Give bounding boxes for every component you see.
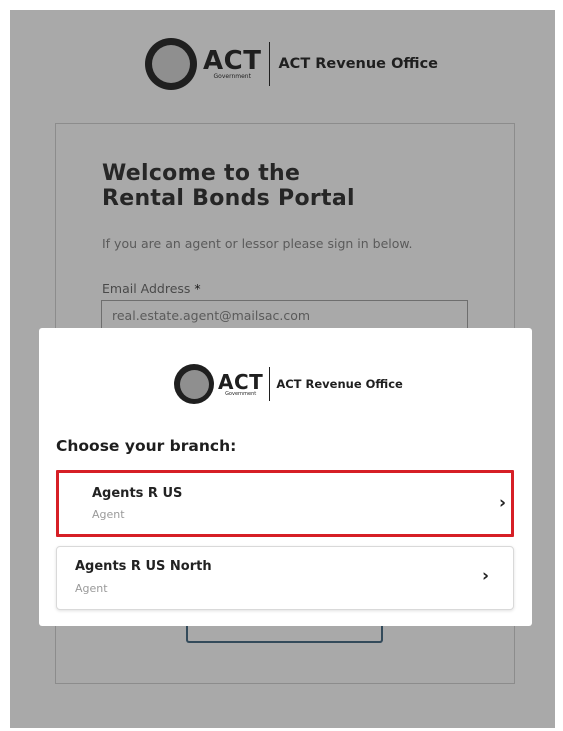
branch-option-agents-r-us[interactable]: Agents R US Agent › <box>56 470 514 537</box>
logo-government-text: Government <box>213 73 251 80</box>
email-field[interactable]: real.estate.agent@mailsac.com <box>101 300 468 330</box>
chevron-right-icon: › <box>482 566 490 586</box>
logo-government-text: Government <box>225 390 257 397</box>
logo-office-text: ACT Revenue Office <box>278 56 438 72</box>
logo-act-text: ACT <box>203 46 262 76</box>
modal-act-government-logo: ACT Government ACT Revenue Office <box>174 363 403 405</box>
act-coat-of-arms-icon <box>174 364 214 404</box>
logo-office-text: ACT Revenue Office <box>276 377 403 391</box>
required-indicator: * <box>194 281 201 296</box>
logo-act-text: ACT <box>218 369 264 394</box>
chevron-right-icon: › <box>499 493 507 513</box>
logo-divider <box>269 367 271 401</box>
branch-role: Agent <box>92 508 125 521</box>
act-government-logo: ACT Government ACT Revenue Office <box>145 38 438 90</box>
choose-branch-dialog: ACT Government ACT Revenue Office Choose… <box>39 328 532 626</box>
login-intro-text: If you are an agent or lessor please sig… <box>102 236 413 251</box>
branch-option-agents-r-us-north[interactable]: Agents R US North Agent › <box>56 546 514 610</box>
branch-name: Agents R US North <box>75 559 212 574</box>
logo-divider <box>269 42 271 86</box>
branch-name: Agents R US <box>92 486 183 501</box>
dialog-title: Choose your branch: <box>56 437 237 455</box>
branch-role: Agent <box>75 582 108 595</box>
page-title: Welcome to the Rental Bonds Portal <box>102 161 355 211</box>
act-coat-of-arms-icon <box>145 38 197 90</box>
email-label: Email Address * <box>102 281 201 296</box>
